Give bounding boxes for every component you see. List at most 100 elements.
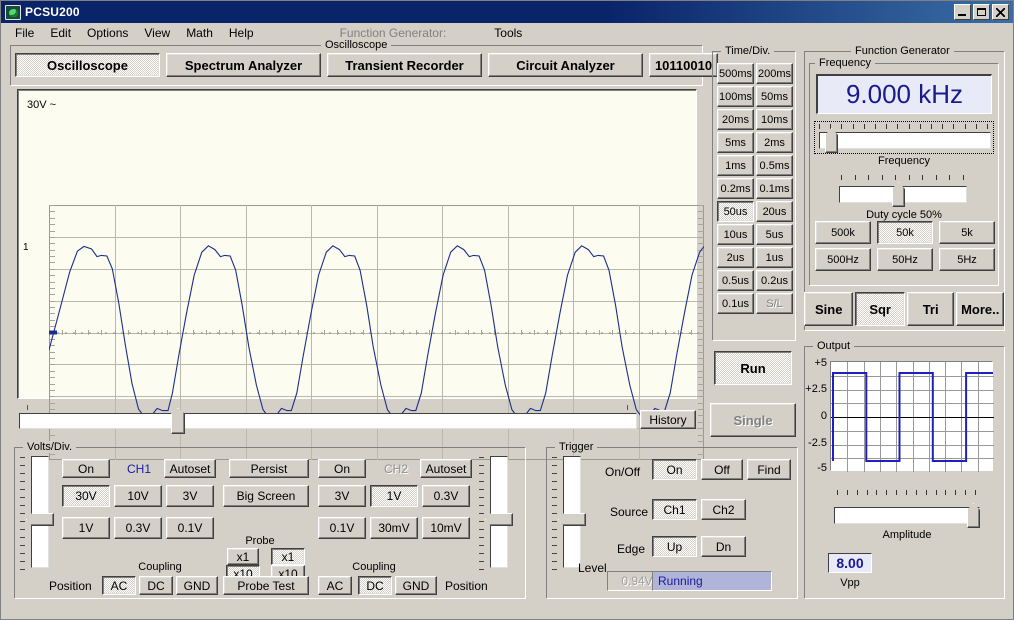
- trigger-source-ch2[interactable]: Ch2: [701, 499, 746, 520]
- tab-circuit-analyzer[interactable]: Circuit Analyzer: [488, 53, 643, 77]
- timediv-option-10ms[interactable]: 10ms: [756, 109, 793, 130]
- close-icon[interactable]: [992, 4, 1009, 20]
- probe-label: Probe: [245, 535, 275, 547]
- ch2-autoset-button[interactable]: Autoset: [420, 459, 472, 478]
- ch2-position-track[interactable]: [490, 456, 508, 568]
- ch1-autoset-button[interactable]: Autoset: [164, 459, 216, 478]
- ch1-position-label: Position: [49, 579, 92, 593]
- timediv-option-01us[interactable]: 0.1us: [717, 293, 754, 314]
- ch1-range-3v[interactable]: 3V: [166, 485, 214, 507]
- run-button[interactable]: Run: [714, 351, 792, 385]
- fgen-range-500hz[interactable]: 500Hz: [815, 248, 871, 271]
- ch2-range-03v[interactable]: 0.3V: [422, 485, 470, 507]
- trigger-level-track[interactable]: [563, 456, 581, 568]
- mode-tabs: Oscilloscope Spectrum Analyzer Transient…: [15, 53, 718, 77]
- ch2-range-1v[interactable]: 1V: [370, 485, 418, 507]
- trigger-source-ch1[interactable]: Ch1: [652, 499, 697, 520]
- timediv-option-05us[interactable]: 0.5us: [717, 270, 754, 291]
- menu-math[interactable]: Math: [178, 24, 221, 42]
- voltsdiv-group-label: Volts/Div.: [23, 441, 77, 453]
- ch1-position-track[interactable]: [31, 456, 49, 568]
- scope-screen[interactable]: [17, 89, 704, 460]
- menu-file[interactable]: File: [7, 24, 42, 42]
- timediv-option-2us[interactable]: 2us: [717, 247, 754, 268]
- minimize-icon[interactable]: [954, 4, 971, 20]
- tab-binary[interactable]: 10110010: [649, 53, 718, 77]
- menu-options[interactable]: Options: [79, 24, 136, 42]
- ch2-on-button[interactable]: On: [318, 459, 366, 478]
- tab-oscilloscope[interactable]: Oscilloscope: [15, 53, 160, 77]
- ch2-range-3v[interactable]: 3V: [318, 485, 366, 507]
- timediv-option-02ms[interactable]: 0.2ms: [717, 178, 754, 199]
- ch2-coupling-ac[interactable]: AC: [318, 576, 352, 595]
- single-button[interactable]: Single: [710, 403, 796, 437]
- ch1-probe-x1[interactable]: x1: [227, 548, 259, 565]
- fgen-waveform-tri[interactable]: Tri: [906, 292, 955, 326]
- timediv-option-2ms[interactable]: 2ms: [756, 132, 793, 153]
- trigger-edge-dn[interactable]: Dn: [701, 536, 746, 557]
- history-slider[interactable]: [19, 405, 639, 434]
- timediv-buttons: 500ms 200ms 100ms 50ms 20ms 10ms 5ms 2ms 1ms 0.5m…: [717, 63, 793, 314]
- timediv-option-05ms[interactable]: 0.5ms: [756, 155, 793, 176]
- ch2-probe-x1[interactable]: x1: [271, 548, 305, 565]
- timediv-option-02us[interactable]: 0.2us: [756, 270, 793, 291]
- persist-button[interactable]: Persist: [229, 459, 309, 478]
- timediv-option-200ms[interactable]: 200ms: [756, 63, 793, 84]
- timediv-option-50ms[interactable]: 50ms: [756, 86, 793, 107]
- fgen-range-500k[interactable]: 500k: [815, 221, 871, 244]
- history-slider-track[interactable]: [19, 413, 637, 429]
- history-button[interactable]: History: [640, 410, 696, 429]
- ch1-range-03v[interactable]: 0.3V: [114, 517, 162, 539]
- timediv-option-1ms[interactable]: 1ms: [717, 155, 754, 176]
- menu-edit[interactable]: Edit: [42, 24, 79, 42]
- ch1-on-button[interactable]: On: [62, 459, 110, 478]
- bigscreen-button[interactable]: Big Screen: [223, 485, 309, 507]
- tab-spectrum-analyzer[interactable]: Spectrum Analyzer: [166, 53, 321, 77]
- probe-test-button[interactable]: Probe Test: [223, 576, 309, 595]
- tab-transient-recorder[interactable]: Transient Recorder: [327, 53, 482, 77]
- menu-tools[interactable]: Tools: [484, 24, 532, 42]
- timediv-option-5ms[interactable]: 5ms: [717, 132, 754, 153]
- ch1-coupling-ac[interactable]: AC: [102, 576, 136, 595]
- fgen-waveform-sqr[interactable]: Sqr: [855, 292, 905, 326]
- frequency-slider[interactable]: [814, 121, 994, 154]
- ch2-range-01v[interactable]: 0.1V: [318, 517, 366, 539]
- timediv-option-20ms[interactable]: 20ms: [717, 109, 754, 130]
- ch2-range-10mv[interactable]: 10mV: [422, 517, 470, 539]
- timediv-option-1us[interactable]: 1us: [756, 247, 793, 268]
- menu-view[interactable]: View: [136, 24, 178, 42]
- history-slider-thumb[interactable]: [171, 408, 185, 434]
- trigger-off-button[interactable]: Off: [701, 459, 743, 480]
- output-axis-m25: -2.5: [808, 437, 827, 449]
- ch2-coupling-dc[interactable]: DC: [358, 576, 392, 595]
- amplitude-slider-track[interactable]: [834, 507, 980, 524]
- ch2-coupling-gnd[interactable]: GND: [395, 576, 437, 595]
- fgen-range-5hz[interactable]: 5Hz: [939, 248, 995, 271]
- timediv-option-01ms[interactable]: 0.1ms: [756, 178, 793, 199]
- timediv-option-50us[interactable]: 50us: [717, 201, 754, 222]
- ch1-coupling-dc[interactable]: DC: [139, 576, 173, 595]
- ch1-range-1v[interactable]: 1V: [62, 517, 110, 539]
- ch1-range-10v[interactable]: 10V: [114, 485, 162, 507]
- timediv-option-20us[interactable]: 20us: [756, 201, 793, 222]
- timediv-option-100ms[interactable]: 100ms: [717, 86, 754, 107]
- vpp-caption: Vpp: [840, 577, 860, 589]
- menu-help[interactable]: Help: [221, 24, 262, 42]
- fgen-waveform-more[interactable]: More..: [956, 292, 1004, 326]
- maximize-icon[interactable]: [973, 4, 990, 20]
- trigger-on-button[interactable]: On: [652, 459, 697, 480]
- trigger-edge-up[interactable]: Up: [652, 536, 697, 557]
- fgen-range-5k[interactable]: 5k: [939, 221, 995, 244]
- fgen-range-50k[interactable]: 50k: [877, 221, 933, 244]
- ch2-range-30mv[interactable]: 30mV: [370, 517, 418, 539]
- ch1-coupling-gnd[interactable]: GND: [176, 576, 218, 595]
- fgen-range-50hz[interactable]: 50Hz: [877, 248, 933, 271]
- timediv-option-500ms[interactable]: 500ms: [717, 63, 754, 84]
- frequency-slider-track[interactable]: [819, 132, 991, 149]
- ch1-range-01v[interactable]: 0.1V: [166, 517, 214, 539]
- timediv-option-10us[interactable]: 10us: [717, 224, 754, 245]
- timediv-option-5us[interactable]: 5us: [756, 224, 793, 245]
- ch1-range-30v[interactable]: 30V: [62, 485, 110, 507]
- trigger-find-button[interactable]: Find: [747, 459, 791, 480]
- fgen-waveform-sine[interactable]: Sine: [804, 292, 854, 326]
